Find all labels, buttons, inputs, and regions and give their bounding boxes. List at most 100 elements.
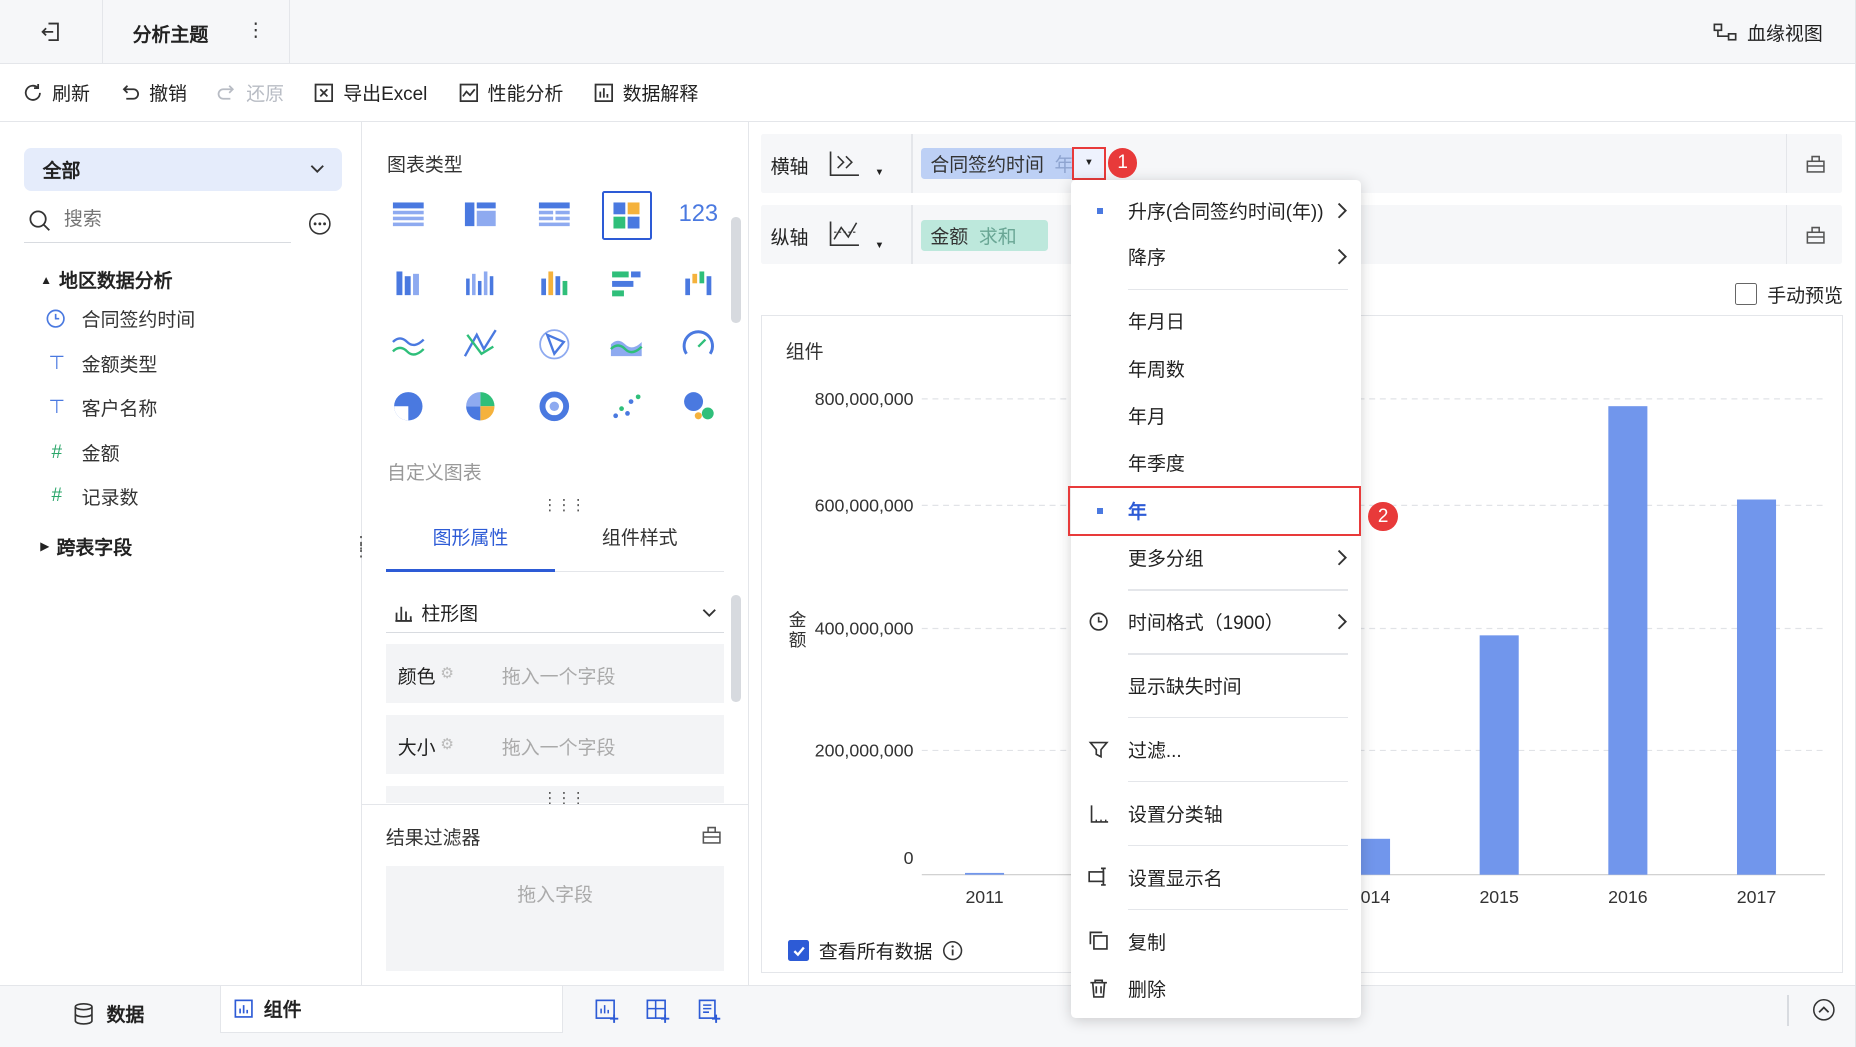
scope-select[interactable]: 全部 <box>23 147 343 191</box>
gauge-chart-icon[interactable] <box>677 323 720 366</box>
field-item[interactable]: # 金额 <box>45 439 120 466</box>
component-tab[interactable]: 组件 <box>220 985 564 1034</box>
performance-analysis-button[interactable]: 性能分析 <box>457 64 563 122</box>
x-field-dropdown-menu: 升序(合同签约时间(年)) 降序 年月日 年周数 年月 年季度 年 更多分组 时… <box>1067 179 1362 1018</box>
bubble-chart-icon[interactable] <box>677 385 720 428</box>
auto-chart-icon[interactable] <box>602 190 653 241</box>
menu-item-sort-asc[interactable]: 升序(合同签约时间(年)) <box>1071 187 1361 234</box>
menu-item-delete[interactable]: 删除 <box>1071 965 1361 1012</box>
y-axis-field-pill[interactable]: 金额 求和 <box>920 220 1048 251</box>
kpi-number-icon[interactable]: 123 <box>677 193 720 236</box>
search-box[interactable] <box>23 205 292 243</box>
redo-button[interactable]: 还原 <box>215 64 284 122</box>
more-options-icon[interactable] <box>308 212 332 236</box>
bar-colored-icon[interactable] <box>533 262 576 305</box>
waterfall-icon[interactable] <box>677 262 720 305</box>
menu-item-show-missing-time[interactable]: 显示缺失时间 <box>1071 662 1361 709</box>
area-chart-icon[interactable] <box>605 323 648 366</box>
tab-component-style[interactable]: 组件样式 <box>555 513 725 572</box>
copy-icon <box>1088 930 1109 951</box>
field-item[interactable]: # 记录数 <box>45 483 139 510</box>
axis-settings-icon[interactable] <box>1805 153 1826 174</box>
axis-settings-icon[interactable] <box>1805 224 1826 245</box>
menu-item-year-quarter[interactable]: 年季度 <box>1071 439 1361 486</box>
filter-settings-icon[interactable] <box>701 824 722 845</box>
radar-line-icon[interactable] <box>459 323 502 366</box>
chart-kind-select[interactable]: 柱形图 <box>385 593 725 634</box>
caret-down-icon[interactable]: ▼ <box>875 167 884 178</box>
search-input[interactable] <box>63 209 277 232</box>
manual-preview-checkbox[interactable]: 手动预览 <box>1735 281 1843 308</box>
menu-item-more-grouping[interactable]: 更多分组 <box>1071 534 1361 581</box>
y-field-suffix: 求和 <box>978 227 1017 249</box>
settings-icon[interactable]: ⚙ <box>440 735 454 754</box>
size-label: 大小 <box>397 737 436 759</box>
data-tab[interactable]: 数据 <box>73 1000 144 1027</box>
cross-table-icon[interactable] <box>459 193 502 236</box>
field-item[interactable]: 合同签约时间 <box>45 305 195 332</box>
table-chart-icon[interactable] <box>387 193 430 236</box>
size-drop-zone[interactable]: 大小 ⚙ 拖入一个字段 <box>385 714 725 775</box>
bar-horizontal-icon[interactable] <box>605 262 648 305</box>
menu-item-year-month[interactable]: 年月 <box>1071 392 1361 439</box>
field-item[interactable]: ⊤ 金额类型 <box>45 350 158 377</box>
menu-item-set-category-axis[interactable]: 设置分类轴 <box>1071 789 1361 836</box>
radar-chart-icon[interactable] <box>533 323 576 366</box>
menu-item-year-month-day[interactable]: 年月日 <box>1071 297 1361 344</box>
pie-multi-icon[interactable] <box>459 385 502 428</box>
line-chart-icon[interactable] <box>387 323 430 366</box>
group-folder[interactable]: ▲ 地区数据分析 <box>40 266 172 293</box>
add-component-icon[interactable] <box>594 998 620 1024</box>
result-filter-drop-zone[interactable]: 拖入字段 <box>385 866 725 971</box>
export-excel-button[interactable]: 导出Excel <box>312 64 427 122</box>
cross-table-folder[interactable]: ▶ 跨表字段 <box>40 533 132 560</box>
field-item[interactable]: ⊤ 客户名称 <box>45 394 158 421</box>
settings-icon[interactable]: ⚙ <box>440 664 454 683</box>
caret-down-icon: ▲ <box>40 272 52 287</box>
lineage-view-button[interactable]: 血缘视图 <box>1712 19 1823 46</box>
bar <box>965 872 1005 875</box>
more-vertical-icon[interactable]: ⋮ <box>246 19 265 42</box>
x-field-suffix: 年 <box>1054 154 1074 176</box>
caret-down-icon[interactable]: ▼ <box>875 240 884 251</box>
resize-handle[interactable]: ⋮⋮⋮ <box>542 789 586 808</box>
chevron-down-icon <box>309 161 326 178</box>
data-explain-button[interactable]: 数据解释 <box>592 64 698 122</box>
menu-item-copy[interactable]: 复制 <box>1071 917 1361 964</box>
scatter-chart-icon[interactable] <box>605 385 648 428</box>
menu-item-filter[interactable]: 过滤... <box>1071 726 1361 773</box>
exit-icon[interactable] <box>39 20 63 44</box>
add-dashboard-icon[interactable] <box>645 998 671 1024</box>
analysis-tab-title[interactable]: 分析主题 <box>133 20 209 47</box>
bar-multi-icon[interactable] <box>459 262 502 305</box>
view-all-data-checkbox[interactable]: 查看所有数据 <box>788 937 963 964</box>
filter-icon <box>1088 739 1109 760</box>
clock-icon <box>1088 611 1109 632</box>
detail-table-icon[interactable] <box>533 193 576 236</box>
collapse-up-icon[interactable] <box>1812 998 1836 1022</box>
scrollbar[interactable] <box>731 216 741 324</box>
color-label: 颜色 <box>397 666 436 688</box>
custom-chart-label: 自定义图表 <box>387 463 482 485</box>
color-drop-zone[interactable]: 颜色 ⚙ 拖入一个字段 <box>385 643 725 704</box>
scrollbar[interactable] <box>731 595 741 702</box>
info-icon[interactable] <box>942 940 963 961</box>
y-axis-label: 纵轴 <box>770 227 809 249</box>
pie-chart-icon[interactable] <box>387 385 430 428</box>
x-axis-type-icon[interactable] <box>827 148 863 179</box>
field-label: 合同签约时间 <box>81 310 196 332</box>
donut-chart-icon[interactable] <box>533 385 576 428</box>
add-report-icon[interactable] <box>696 998 722 1024</box>
refresh-button[interactable]: 刷新 <box>21 64 90 122</box>
tab-graphic-properties[interactable]: 图形属性 <box>385 513 556 572</box>
menu-item-time-format[interactable]: 时间格式（1900） <box>1071 598 1361 645</box>
bottom-bar: 数据 组件 <box>0 984 1855 1047</box>
x-field-dropdown-toggle[interactable]: ▼ <box>1072 146 1106 180</box>
menu-item-set-display-name[interactable]: 设置显示名 <box>1071 853 1361 900</box>
chart-config-panel: 图表类型 123 自定义图表 ⋮⋮⋮ 图形属性 组件样式 柱形图 颜色 ⚙ 拖入… <box>362 121 750 985</box>
menu-item-year-week[interactable]: 年周数 <box>1071 344 1361 391</box>
y-axis-type-icon[interactable] <box>827 218 863 249</box>
menu-item-sort-desc[interactable]: 降序 <box>1071 233 1361 280</box>
undo-button[interactable]: 撤销 <box>118 64 187 122</box>
bar-grouped-icon[interactable] <box>387 262 430 305</box>
